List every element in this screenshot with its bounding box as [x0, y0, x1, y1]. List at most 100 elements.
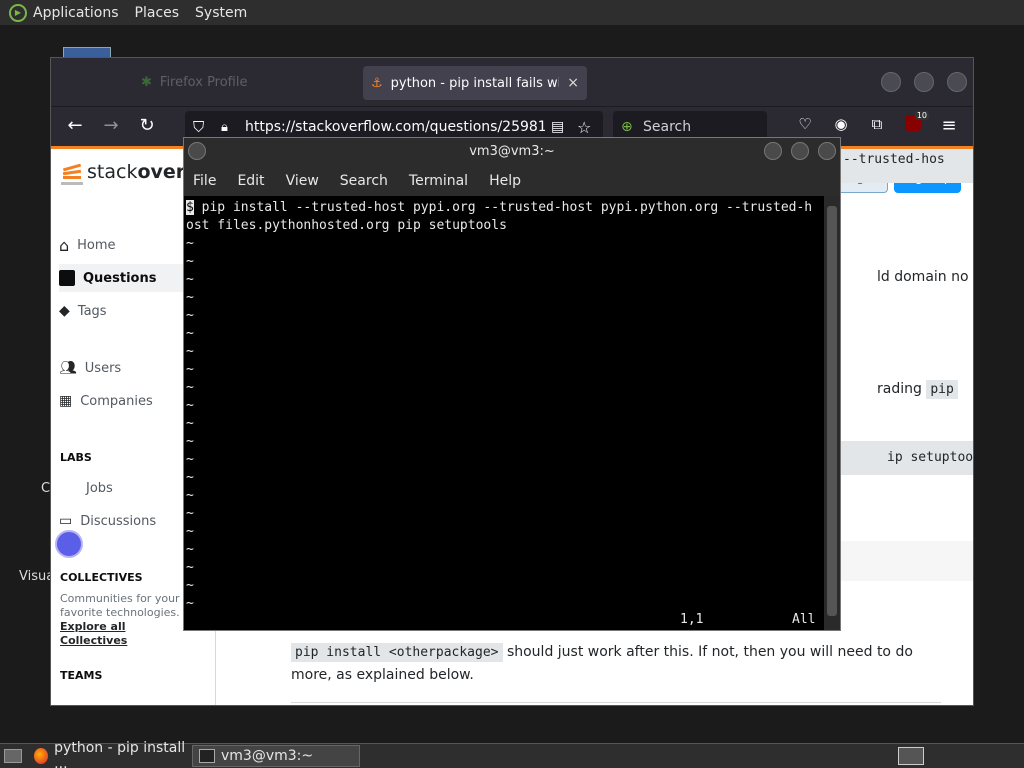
terminal-screen[interactable]: $ pip install --trusted-host pypi.org --… — [184, 196, 824, 630]
lock-icon[interactable]: 🔒︎ — [221, 120, 228, 135]
vim-tilde-line: ~ — [186, 488, 194, 503]
tag-icon: ◆ — [59, 303, 70, 319]
vim-tilde-line: ~ — [186, 542, 194, 557]
terminal-line-2: ost files.pythonhosted.org pip setuptool… — [186, 218, 507, 233]
reader-view-icon[interactable]: ▤ — [551, 119, 564, 135]
forward-arrow-icon[interactable]: → — [99, 115, 123, 136]
vim-tilde-line: ~ — [186, 578, 194, 593]
desktop-label-fragment: C — [41, 481, 51, 496]
bookmark-star-icon[interactable]: ☆ — [577, 118, 591, 137]
terminal-menu-help[interactable]: Help — [489, 173, 521, 189]
terminal-close-button[interactable] — [818, 142, 836, 160]
places-menu[interactable]: Places — [135, 5, 180, 21]
vim-tilde-line: ~ — [186, 560, 194, 575]
taskbar-terminal[interactable]: vm3@vm3:~ — [192, 745, 360, 767]
show-desktop-icon[interactable] — [4, 749, 22, 763]
questions-icon — [59, 270, 75, 286]
terminal-menu-button[interactable] — [188, 142, 206, 160]
collectives-text: Communities for your favorite technologi… — [60, 592, 180, 619]
sidebar-home-label: Home — [77, 237, 116, 253]
desktop-label-visual: Visua — [19, 569, 55, 584]
sidebar-item-users[interactable]: 👥︎ Users — [59, 354, 121, 382]
code-pip: pip — [926, 380, 958, 399]
sidebar-tags-label: Tags — [77, 303, 107, 319]
sidebar-item-companies[interactable]: ▦ Companies — [59, 387, 153, 415]
workspace-switcher[interactable] — [898, 747, 924, 765]
sidebar-users-label: Users — [84, 360, 122, 376]
terminal-scrollbar[interactable] — [824, 196, 840, 630]
building-icon: ▦ — [59, 393, 73, 409]
tab-inactive-title: Firefox Profile — [159, 74, 248, 90]
vim-tilde-line: ~ — [186, 506, 194, 521]
tab-active[interactable]: ⚓ python - pip install fails with "conne… — [363, 66, 587, 100]
code-otherpackage: pip install <otherpackage> — [291, 643, 503, 662]
hamburger-menu-icon[interactable]: ≡ — [937, 115, 961, 136]
ublock-badge: 10 — [914, 111, 929, 120]
firefox-icon — [34, 748, 49, 764]
answer-paragraph: pip install <otherpackage> should just w… — [291, 641, 931, 686]
vim-tilde-line: ~ — [186, 254, 194, 269]
tab-inactive[interactable]: ✱ Firefox Profile — [141, 70, 341, 94]
reload-icon[interactable]: ↻ — [135, 115, 159, 136]
sidebar-item-tags[interactable]: ◆ Tags — [59, 297, 107, 325]
explore-collectives-link[interactable]: Explore all Collectives — [60, 620, 127, 647]
terminal-menu-search[interactable]: Search — [340, 173, 388, 189]
top-panel: ▶ Applications Places System — [0, 0, 1024, 25]
search-icon: ⊕ — [621, 119, 633, 135]
sidebar-companies-label: Companies — [80, 393, 153, 409]
extensions-icon[interactable]: ⧉ — [865, 115, 889, 133]
labs-heading: LABS — [60, 451, 92, 464]
terminal-titlebar[interactable]: vm3@vm3:~ — [184, 138, 840, 166]
vim-empty-lines: ~ ~ ~ ~ ~ ~ ~ ~ ~ ~ ~ ~ ~ ~ ~ ~ ~ ~ ~ ~ ~ — [186, 235, 824, 613]
back-arrow-icon[interactable]: ← — [63, 115, 87, 136]
terminal-minimize-button[interactable] — [764, 142, 782, 160]
divider — [291, 702, 941, 703]
terminal-menu-file[interactable]: File — [193, 173, 216, 189]
tab-close-icon[interactable]: × — [567, 75, 579, 91]
terminal-icon — [199, 749, 215, 763]
ublock-icon[interactable]: 10 — [901, 111, 929, 135]
stackoverflow-favicon-icon: ⚓ — [371, 75, 383, 91]
taskbar-terminal-label: vm3@vm3:~ — [221, 748, 314, 764]
sidebar-questions-label: Questions — [83, 270, 157, 286]
close-button[interactable] — [947, 72, 967, 92]
window-controls — [881, 72, 967, 92]
system-menu[interactable]: System — [195, 5, 247, 21]
stack-logo-icon — [61, 159, 83, 185]
terminal-menubar: File Edit View Search Terminal Help — [184, 166, 840, 196]
sidebar-item-home[interactable]: ⌂ Home — [59, 231, 116, 259]
shield-icon[interactable]: ⛉ — [193, 118, 204, 136]
vim-tilde-line: ~ — [186, 470, 194, 485]
mate-logo-icon[interactable]: ▶ — [9, 3, 27, 22]
terminal-menu-view[interactable]: View — [286, 173, 319, 189]
vim-cursor-position: 1,1 — [680, 612, 704, 627]
terminal-line-1-text: pip install --trusted-host pypi.org --tr… — [193, 200, 813, 215]
taskbar-firefox-label: python - pip install ... — [54, 740, 186, 768]
account-icon[interactable]: ◉ — [829, 115, 853, 133]
terminal-maximize-button[interactable] — [791, 142, 809, 160]
terminal-menu-edit[interactable]: Edit — [237, 173, 264, 189]
vim-scroll-status: All — [792, 612, 816, 627]
sidebar-item-jobs[interactable]: Jobs — [86, 474, 113, 502]
taskbar-firefox[interactable]: python - pip install ... — [28, 740, 192, 768]
code-fragment-trusted: --trusted-hos — [837, 149, 973, 183]
vim-tilde-line: ~ — [186, 380, 194, 395]
url-text[interactable]: https://stackoverflow.com/questions/2598… — [245, 119, 545, 135]
maximize-button[interactable] — [914, 72, 934, 92]
logo-text-light: stack — [87, 161, 138, 183]
vim-tilde-line: ~ — [186, 434, 194, 449]
tab-active-title: python - pip install fails with "connect… — [390, 75, 560, 91]
sidebar-item-discussions[interactable]: ▭ Discussions — [59, 507, 156, 535]
text-fragment-rading: rading pip — [877, 380, 958, 399]
code-fragment-setuptools: ip setuptools — [837, 441, 973, 475]
applications-menu[interactable]: Applications — [33, 5, 119, 21]
terminal-scrollbar-thumb[interactable] — [827, 206, 837, 616]
text-rading: rading — [877, 381, 922, 397]
sidebar-discussions-label: Discussions — [80, 513, 157, 529]
vim-tilde-line: ~ — [186, 290, 194, 305]
terminal-menu-terminal[interactable]: Terminal — [409, 173, 468, 189]
minimize-button[interactable] — [881, 72, 901, 92]
collectives-description: Communities for your favorite technologi… — [60, 592, 190, 648]
collectives-heading: COLLECTIVES — [60, 571, 143, 584]
pocket-icon[interactable]: ♡ — [793, 115, 817, 133]
